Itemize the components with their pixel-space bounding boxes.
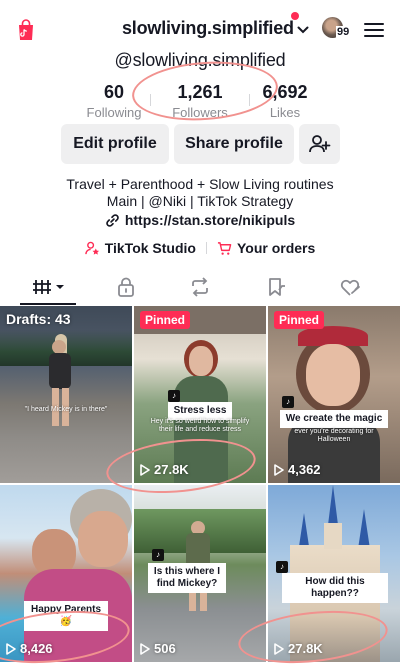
- cart-icon: [217, 241, 232, 255]
- view-count-text: 27.8K: [154, 462, 189, 477]
- play-icon: [274, 463, 284, 476]
- add-friend-button[interactable]: [299, 124, 340, 164]
- likes-label: Likes: [269, 105, 301, 120]
- bio-link-text: https://stan.store/nikipuls: [124, 212, 296, 228]
- your-orders-link[interactable]: Your orders: [217, 240, 315, 256]
- pinned-badge: Pinned: [274, 311, 325, 329]
- bookmark-slash-icon: [269, 278, 285, 296]
- tiktok-logo-icon: ♪: [282, 396, 294, 408]
- play-icon: [140, 642, 150, 655]
- link-icon: [106, 213, 119, 227]
- person-face: [306, 344, 360, 406]
- view-count: 27.8K: [274, 641, 323, 656]
- video-subcaption: Hey it's so weird how to simplify their …: [150, 418, 250, 433]
- tiktok-studio-link[interactable]: TikTok Studio: [84, 240, 196, 256]
- avatar-button[interactable]: 99: [322, 17, 352, 43]
- play-icon: [140, 463, 150, 476]
- your-orders-label: Your orders: [236, 240, 316, 256]
- account-switcher[interactable]: slowliving.simplified: [122, 18, 309, 39]
- view-count: 8,426: [6, 641, 53, 656]
- view-count-text: 506: [154, 641, 176, 656]
- heart-slash-icon: [340, 279, 360, 296]
- tiktok-studio-label: TikTok Studio: [104, 240, 196, 256]
- video-caption: Happy Parents 🥳: [24, 601, 108, 631]
- tab-private[interactable]: [86, 268, 166, 306]
- view-count-text: 27.8K: [288, 641, 323, 656]
- video-caption: Is this where I find Mickey?: [148, 563, 226, 593]
- repost-icon: [192, 277, 208, 297]
- menu-icon[interactable]: [364, 22, 384, 38]
- bio-line-2: Main | @Niki | TikTok Strategy: [106, 193, 294, 209]
- person-face: [189, 346, 213, 376]
- notification-dot: [291, 12, 299, 20]
- add-user-icon: [308, 135, 330, 153]
- video-subcaption: ever you're decorating for Halloween: [294, 428, 374, 443]
- drafts-tile[interactable]: Drafts: 43 "I heard Mickey is in there": [0, 306, 132, 483]
- video-caption: "I heard Mickey is in there": [24, 406, 108, 413]
- view-count-text: 8,426: [20, 641, 53, 656]
- bio-line-1: Travel + Parenthood + Slow Living routin…: [66, 176, 334, 192]
- tab-liked[interactable]: [310, 268, 390, 306]
- tiktok-logo-icon: ♪: [276, 561, 288, 573]
- profile-tabs: [0, 268, 400, 306]
- castle-tower: [324, 523, 342, 549]
- video-grid: Drafts: 43 "I heard Mickey is in there" …: [0, 306, 400, 664]
- pinned-badge: Pinned: [140, 311, 191, 329]
- grid-icon: [33, 280, 64, 294]
- lock-icon: [118, 277, 134, 297]
- profile-handle: @slowliving.simplified: [114, 50, 286, 70]
- active-tab-indicator: [20, 303, 76, 305]
- headband: [298, 326, 368, 346]
- tab-favorites[interactable]: [236, 268, 316, 306]
- chevron-down-icon: [297, 26, 309, 33]
- castle-spire: [328, 485, 338, 525]
- shopping-bag-icon[interactable]: [16, 19, 36, 41]
- account-name: slowliving.simplified: [122, 18, 294, 38]
- profile-stats: 60 Following 1,261 Followers 6,692 Likes: [0, 82, 400, 122]
- play-icon: [274, 642, 284, 655]
- view-count: 4,362: [274, 462, 321, 477]
- video-tile[interactable]: Happy Parents 🥳 8,426: [0, 485, 132, 662]
- person-face: [78, 511, 128, 567]
- video-tile[interactable]: Pinned ♪ Stress less Hey it's so weird h…: [134, 306, 266, 483]
- profile-bio: Travel + Parenthood + Slow Living routin…: [0, 176, 400, 210]
- video-caption: How did this happen??: [282, 573, 388, 603]
- likes-stat[interactable]: 6,692 Likes: [230, 82, 340, 120]
- view-count-text: 4,362: [288, 462, 321, 477]
- view-count: 27.8K: [140, 462, 189, 477]
- tiktok-logo-icon: ♪: [152, 549, 164, 561]
- person-star-icon: [84, 241, 99, 255]
- person-body: [49, 353, 71, 389]
- tab-videos[interactable]: [10, 268, 90, 306]
- bio-link[interactable]: https://stan.store/nikipuls: [0, 212, 400, 228]
- share-profile-button[interactable]: Share profile: [174, 124, 294, 164]
- person-head: [52, 340, 66, 354]
- tools-divider: [205, 242, 207, 254]
- view-count: 506: [140, 641, 176, 656]
- video-tile[interactable]: ♪ How did this happen?? 27.8K: [268, 485, 400, 662]
- likes-count: 6,692: [262, 82, 308, 102]
- play-icon: [6, 642, 16, 655]
- creator-tools: TikTok Studio Your orders: [0, 240, 400, 256]
- tiktok-logo-icon: ♪: [168, 390, 180, 402]
- avatar-count: 99: [336, 26, 351, 38]
- tab-reposts[interactable]: [160, 268, 240, 306]
- video-tile[interactable]: Pinned ♪ We create the magic ever you're…: [268, 306, 400, 483]
- castle-spire: [358, 509, 370, 549]
- profile-actions: Edit profile Share profile: [0, 124, 400, 164]
- drafts-label: Drafts: 43: [6, 311, 71, 327]
- video-caption: We create the magic: [280, 410, 388, 428]
- video-tile[interactable]: ♪ Is this where I find Mickey? 506: [134, 485, 266, 662]
- edit-profile-button[interactable]: Edit profile: [61, 124, 169, 164]
